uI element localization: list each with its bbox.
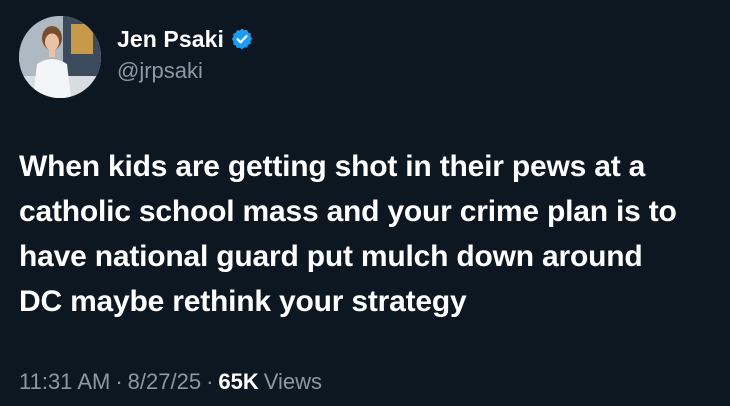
views-count[interactable]: 65K xyxy=(218,369,258,395)
avatar-photo xyxy=(19,16,101,98)
tweet-card: Jen Psaki @jrpsaki When kids are getting… xyxy=(0,0,730,406)
tweet-date[interactable]: 8/27/25 xyxy=(128,369,201,395)
avatar[interactable] xyxy=(19,16,101,98)
tweet-meta: 11:31 AM · 8/27/25 · 65K Views xyxy=(19,369,322,395)
author-name-row: Jen Psaki xyxy=(117,23,254,55)
meta-separator: · xyxy=(115,369,123,394)
verified-badge-icon xyxy=(230,27,254,51)
meta-separator: · xyxy=(206,369,214,394)
tweet-time[interactable]: 11:31 AM xyxy=(19,369,110,395)
author-name[interactable]: Jen Psaki xyxy=(117,26,224,53)
views-label[interactable]: Views xyxy=(264,369,322,395)
author-handle[interactable]: @jrpsaki xyxy=(117,58,203,84)
tweet-text: When kids are getting shot in their pews… xyxy=(19,150,677,318)
